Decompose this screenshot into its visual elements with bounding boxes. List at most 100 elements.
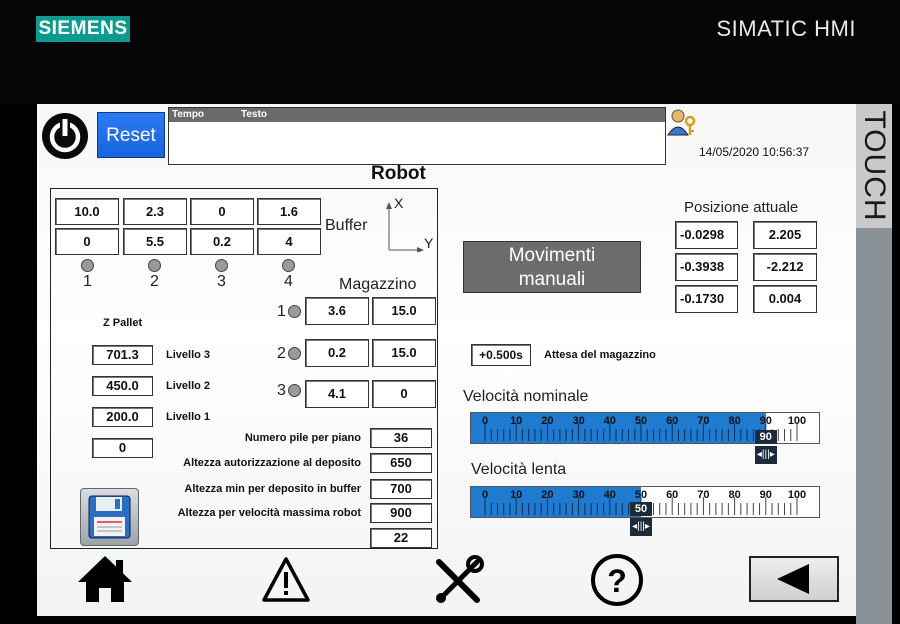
back-arrow-icon: [777, 564, 809, 594]
buffer-cell[interactable]: 0.2: [190, 228, 254, 255]
z-pallet-extra-value[interactable]: 0: [92, 438, 153, 458]
scale-tick-label: 60: [666, 489, 678, 501]
scale-tick-label: 30: [572, 489, 584, 501]
scale-tick-label: 100: [788, 415, 806, 427]
movimenti-label-2: manuali: [518, 269, 586, 290]
z-pallet-level2-label: Livello 2: [166, 380, 211, 392]
magazzino-index: 2: [277, 345, 286, 362]
alarm-col-time: Tempo: [172, 109, 205, 120]
buffer-cell[interactable]: 1.6: [257, 198, 321, 225]
scale-tick-label: 30: [572, 415, 584, 427]
slider-grip-icon: ◂|||▸: [630, 518, 652, 536]
siemens-logo: SIEMENS: [36, 16, 130, 42]
magazzino-value-a[interactable]: 0.2: [305, 339, 369, 367]
magazzino-value-b[interactable]: 15.0: [372, 297, 436, 325]
buffer-cell[interactable]: 5.5: [123, 228, 187, 255]
user-login-button[interactable]: [666, 107, 698, 137]
power-button[interactable]: [40, 111, 90, 161]
posizione-value: -2.212: [753, 253, 817, 281]
settings-button[interactable]: [431, 554, 485, 606]
movimenti-manuali-button[interactable]: Movimenti manuali: [463, 241, 641, 293]
scale-tick-label: 80: [728, 415, 740, 427]
z-pallet-level3-value[interactable]: 701.3: [92, 345, 153, 365]
xy-axis-icon: [386, 202, 424, 252]
attesa-value[interactable]: +0.500s: [471, 344, 531, 366]
z-pallet-level1-value[interactable]: 200.0: [92, 407, 153, 427]
scale-tick-label: 60: [666, 415, 678, 427]
touch-label: TOUCH: [856, 104, 892, 228]
magazzino-value-b[interactable]: 0: [372, 380, 436, 408]
vel-lenta-thumb[interactable]: 50 ◂|||▸: [630, 502, 652, 536]
scale-tick-label: 10: [510, 489, 522, 501]
buffer-cell[interactable]: 10.0: [55, 198, 119, 225]
posizione-value: -0.0298: [675, 221, 738, 249]
attesa-label: Attesa del magazzino: [544, 349, 656, 361]
buffer-index: 1: [83, 273, 92, 290]
scale-tick-label: 10: [510, 415, 522, 427]
scale-tick-label: 20: [541, 489, 553, 501]
back-button[interactable]: [749, 556, 839, 602]
posizione-value: 2.205: [753, 221, 817, 249]
scale-tick-label: 50: [635, 489, 647, 501]
alarm-col-text: Testo: [241, 109, 267, 120]
magazzino-value-a[interactable]: 3.6: [305, 297, 369, 325]
buffer-index: 4: [284, 273, 293, 290]
param-label: Altezza min per deposito in buffer: [184, 483, 361, 495]
bezel-right-bar: [856, 228, 892, 624]
param-value[interactable]: 700: [370, 479, 432, 499]
buffer-cell[interactable]: 4: [257, 228, 321, 255]
reset-button[interactable]: Reset: [97, 112, 165, 158]
z-pallet-level3-label: Livello 3: [166, 349, 211, 361]
svg-text:?: ?: [607, 563, 627, 599]
page-title: Robot: [371, 163, 426, 184]
scale-tick-label: 90: [760, 415, 772, 427]
scale-tick-label: 50: [635, 415, 647, 427]
scale-tick-label: 0: [482, 415, 488, 427]
posizione-value: -0.1730: [675, 285, 738, 313]
buffer-cell[interactable]: 0: [55, 228, 119, 255]
scale-tick-label: 70: [697, 489, 709, 501]
buffer-led-1: [81, 259, 94, 272]
vel-nominale-value: 90: [754, 430, 777, 444]
z-pallet-level2-value[interactable]: 450.0: [92, 376, 153, 396]
alarm-window[interactable]: Tempo Testo: [168, 107, 666, 165]
alarm-button[interactable]: [261, 556, 311, 604]
param-value[interactable]: 22: [370, 528, 432, 548]
param-value[interactable]: 650: [370, 453, 432, 473]
magazzino-value-a[interactable]: 4.1: [305, 380, 369, 408]
buffer-index: 3: [217, 273, 226, 290]
posizione-value: -0.3938: [675, 253, 738, 281]
vel-lenta-label: Velocità lenta: [471, 461, 567, 478]
scale-tick-label: 20: [541, 415, 553, 427]
z-pallet-level1-label: Livello 1: [166, 411, 211, 423]
alarm-header: Tempo Testo: [169, 108, 665, 122]
z-pallet-title: Z Pallet: [103, 317, 143, 329]
touch-text: TOUCH: [858, 110, 891, 222]
save-button[interactable]: [80, 488, 139, 546]
buffer-cell[interactable]: 2.3: [123, 198, 187, 225]
buffer-led-2: [148, 259, 161, 272]
slider-grip-icon: ◂|||▸: [754, 446, 777, 464]
param-label: Altezza autorizzazione al deposito: [183, 457, 361, 469]
simatic-hmi-label: SIMATIC HMI: [716, 16, 856, 41]
floppy-disk-icon: [88, 495, 131, 539]
param-value[interactable]: 36: [370, 428, 432, 448]
magazzino-value-b[interactable]: 15.0: [372, 339, 436, 367]
magazzino-led-1: [288, 305, 301, 318]
vel-nominale-thumb[interactable]: 90 ◂|||▸: [754, 430, 777, 464]
tools-icon: [436, 555, 484, 603]
power-icon: [42, 113, 88, 159]
axis-y-label: Y: [424, 235, 434, 251]
magazzino-title: Magazzino: [339, 276, 417, 293]
help-button[interactable]: ?: [589, 552, 645, 608]
param-label: Altezza per velocità massima robot: [177, 507, 361, 519]
movimenti-label-1: Movimenti: [508, 245, 596, 266]
scale-tick-label: 70: [697, 415, 709, 427]
param-value[interactable]: 900: [370, 503, 432, 523]
buffer-cell[interactable]: 0: [190, 198, 254, 225]
vel-nominale-label: Velocità nominale: [463, 388, 589, 405]
home-icon: [78, 556, 132, 602]
user-key-icon: [667, 109, 696, 136]
hmi-screen: Reset Tempo Testo 14/05/2020 10:56:37 Ro…: [37, 104, 856, 616]
home-button[interactable]: [75, 552, 135, 606]
